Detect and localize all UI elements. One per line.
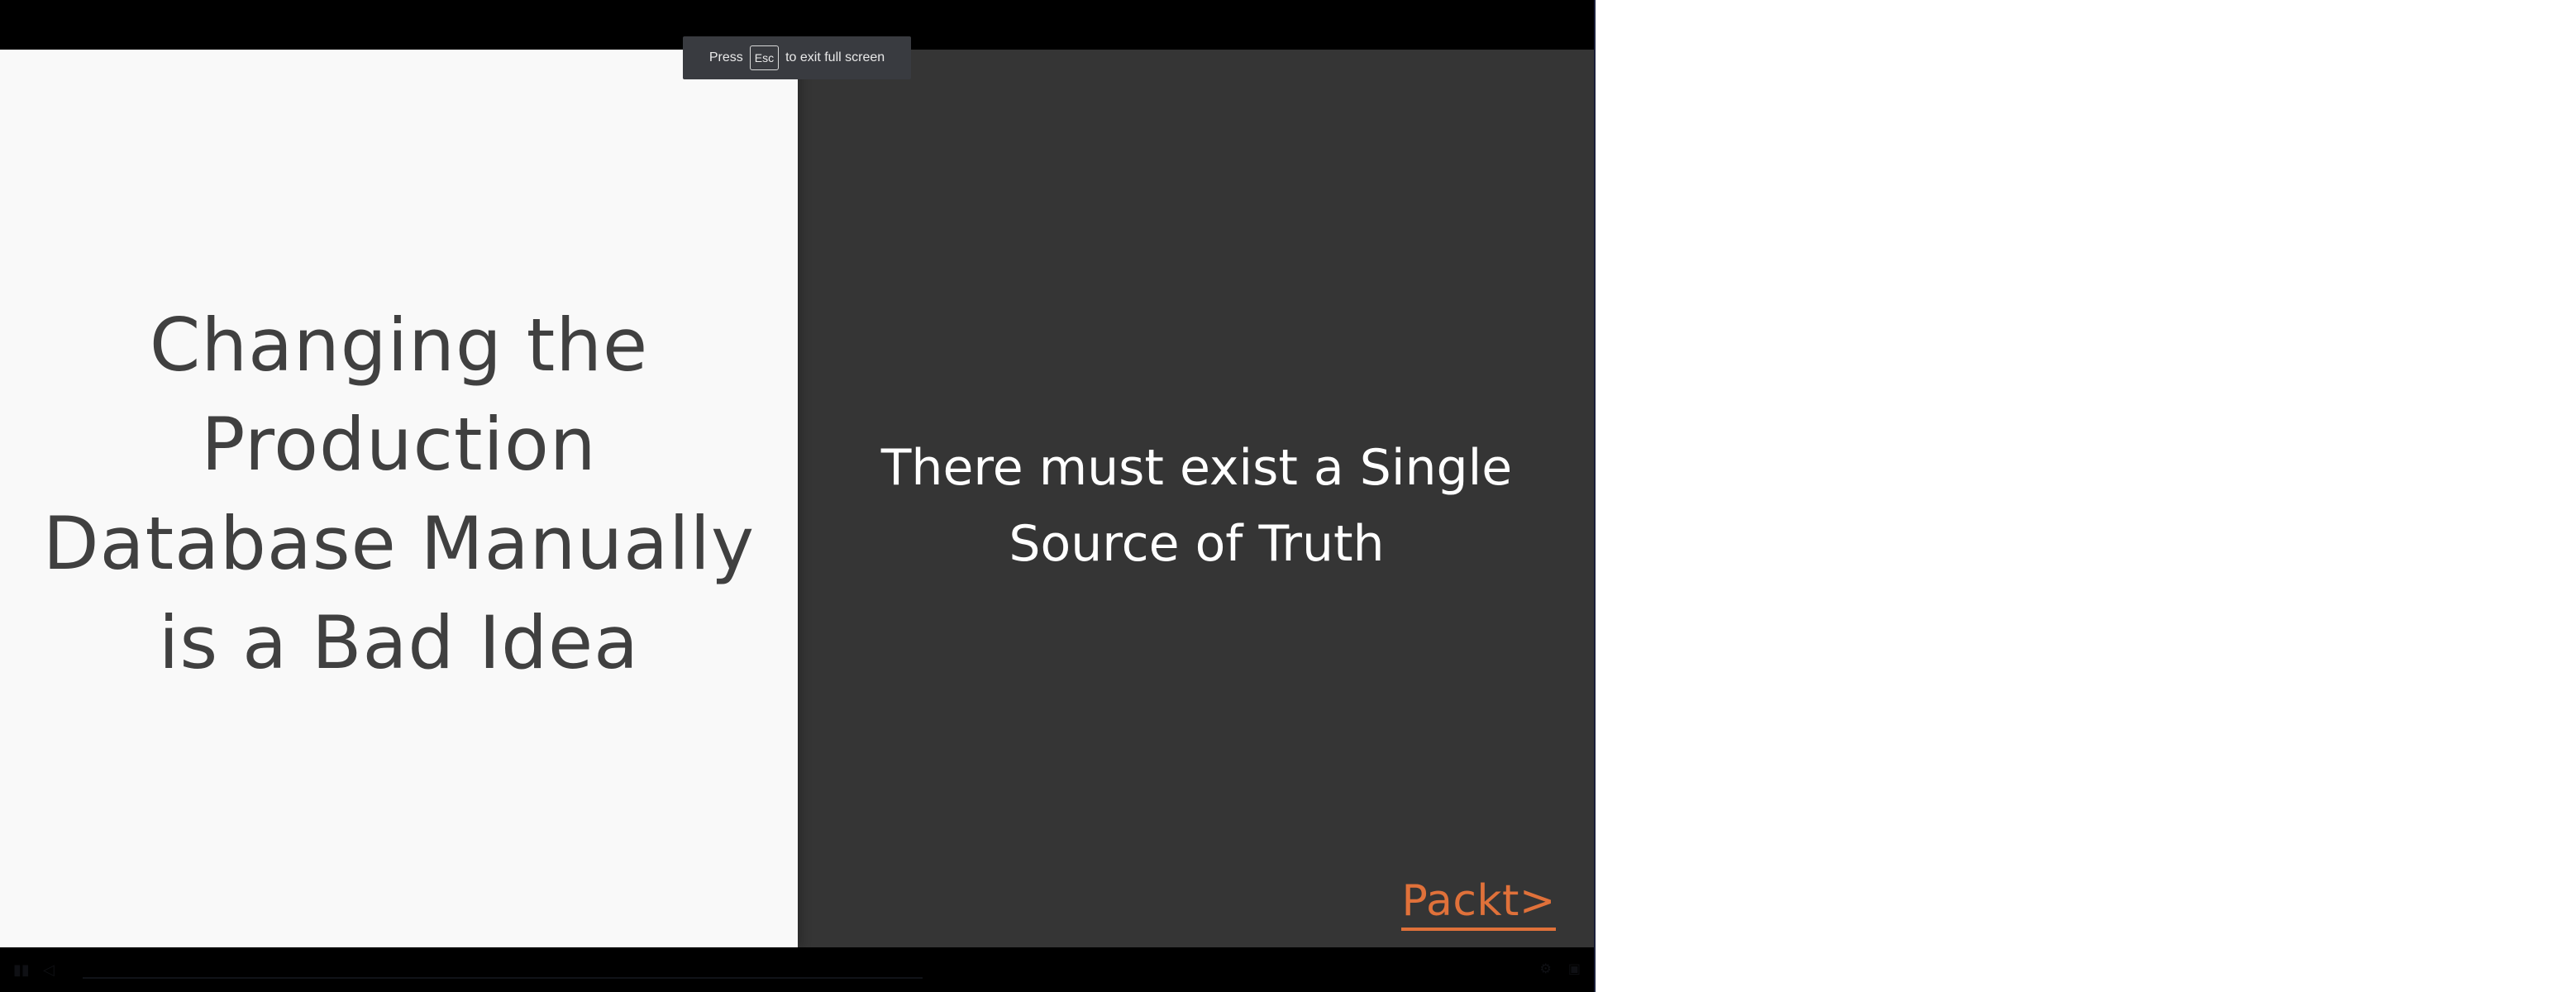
slide-title-line: is a Bad Idea — [158, 600, 640, 685]
esc-key-badge: Esc — [749, 45, 780, 70]
slide-left-panel: Changing the Production Database Manuall… — [0, 50, 798, 947]
slide-right-panel: There must exist a Single Source of Trut… — [798, 50, 1594, 947]
slide-statement-line: There must exist a Single — [880, 439, 1513, 497]
page: Press Esc to exit full screen Changing t… — [0, 0, 2576, 992]
slide-title-line: Database Manually — [42, 501, 756, 586]
play-icon[interactable]: ▮▮ — [13, 961, 30, 979]
slide-statement: There must exist a Single Source of Trut… — [825, 430, 1569, 582]
slide-title-line: Production — [201, 402, 597, 487]
exit-fullscreen-icon[interactable]: ▣ — [1568, 961, 1581, 976]
slide-title: Changing the Production Database Manuall… — [27, 296, 771, 693]
notice-suffix: to exit full screen — [785, 50, 885, 64]
packt-logo-text: Packt> — [1401, 876, 1556, 931]
video-player[interactable]: Press Esc to exit full screen Changing t… — [0, 0, 1596, 992]
notice-prefix: Press — [708, 50, 743, 64]
gear-icon[interactable]: ⚙ — [1540, 961, 1552, 976]
slide-statement-line: Source of Truth — [1009, 515, 1385, 573]
slide-title-line: Changing the — [149, 303, 649, 388]
video-frame[interactable]: Changing the Production Database Manuall… — [0, 50, 1594, 947]
packt-logo: Packt> — [1401, 876, 1556, 931]
exit-fullscreen-notice: Press Esc to exit full screen — [683, 36, 911, 79]
progress-bar[interactable] — [83, 977, 923, 979]
player-right-controls: ⚙ ▣ — [1540, 961, 1581, 976]
volume-icon[interactable]: ◁ — [43, 961, 55, 979]
player-control-bar: ▮▮ ◁ ⚙ ▣ — [0, 947, 1594, 992]
